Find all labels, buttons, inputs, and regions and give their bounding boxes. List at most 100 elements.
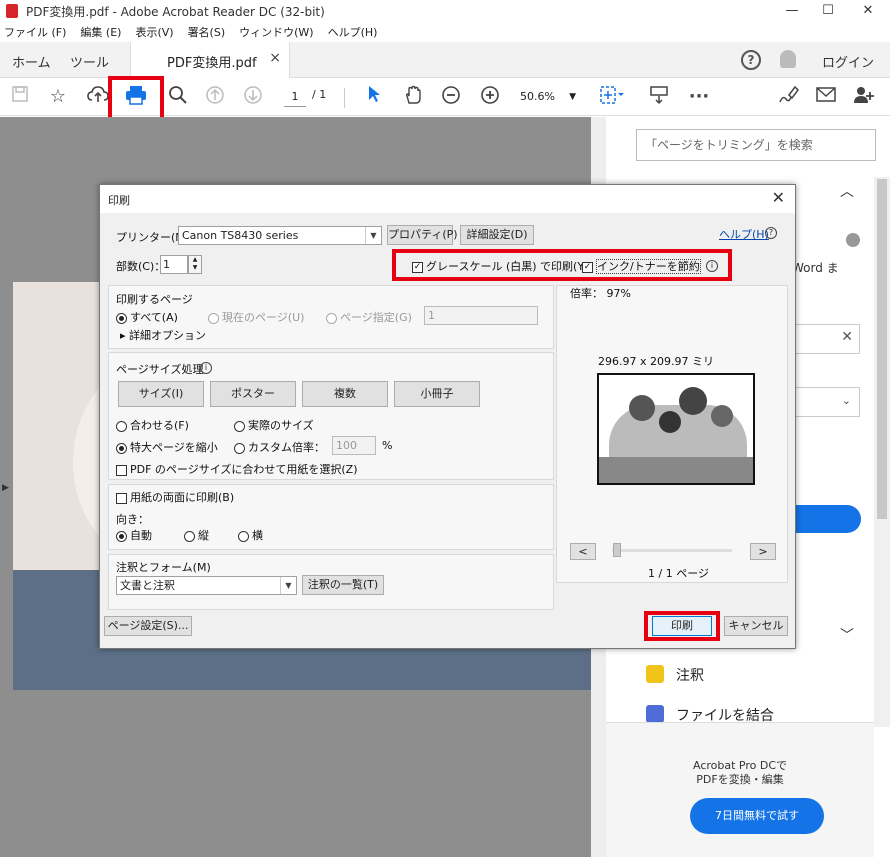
settings-icon[interactable] xyxy=(846,233,860,247)
select-cursor-icon[interactable] xyxy=(364,85,384,109)
advanced-settings-button[interactable]: 詳細設定(D) xyxy=(460,225,534,245)
cancel-button[interactable]: キャンセル xyxy=(724,616,788,636)
menu-file[interactable]: ファイル (F) xyxy=(4,24,66,40)
print-preview-image xyxy=(597,373,755,485)
tool-comment[interactable]: 注釈 xyxy=(676,665,704,685)
save-icon[interactable] xyxy=(10,85,30,109)
info-icon[interactable]: i xyxy=(706,258,718,272)
pages-all-radio[interactable]: すべて(A) xyxy=(116,309,178,325)
free-trial-button[interactable]: 7日間無料で試す xyxy=(690,798,824,834)
comments-summary-button[interactable]: 注釈の一覧(T) xyxy=(302,575,384,595)
login-button[interactable]: ログイン xyxy=(822,52,874,71)
help-icon[interactable]: ? xyxy=(741,50,761,70)
poster-button[interactable]: ポスター xyxy=(210,381,296,407)
left-panel-toggle-icon[interactable]: ▶ xyxy=(2,483,9,493)
format-dropdown[interactable]: ⌄ xyxy=(786,387,860,417)
zoom-out-icon[interactable] xyxy=(440,85,462,109)
pages-current-radio[interactable]: 現在のページ(U) xyxy=(208,309,304,325)
preview-next-button[interactable]: > xyxy=(750,543,776,560)
actual-size-radio[interactable]: 実際のサイズ xyxy=(234,417,314,433)
grayscale-checkbox[interactable]: ✓ グレースケール (白黒) で印刷(Y) xyxy=(412,258,588,274)
prev-page-icon[interactable] xyxy=(204,85,226,109)
menu-sign[interactable]: 署名(S) xyxy=(188,24,226,40)
menu-window[interactable]: ウィンドウ(W) xyxy=(239,24,313,40)
help-link[interactable]: ヘルプ(H) xyxy=(719,226,769,242)
zoom-level-dropdown[interactable]: 50.6% ▼ xyxy=(520,87,580,107)
next-page-icon[interactable] xyxy=(242,85,264,109)
chevron-down-icon[interactable]: ﹀ xyxy=(840,625,854,645)
fit-radio[interactable]: 合わせる(F) xyxy=(116,417,189,433)
custom-scale-radio[interactable]: カスタム倍率： xyxy=(234,439,325,455)
scroll-mode-icon[interactable] xyxy=(648,85,670,109)
zoom-search-icon[interactable] xyxy=(166,85,190,109)
page-range-input[interactable]: 1 xyxy=(424,306,538,325)
printer-select[interactable]: Canon TS8430 series ▼ xyxy=(178,226,382,245)
shrink-radio[interactable]: 特大ページを縮小 xyxy=(116,439,218,455)
minimize-button[interactable]: — xyxy=(774,0,810,22)
preview-page-slider[interactable] xyxy=(612,549,732,552)
notification-bell-icon[interactable] xyxy=(780,50,796,68)
more-options-toggle[interactable]: ▸ 詳細オプション xyxy=(120,327,206,343)
page-number-input[interactable]: 1 xyxy=(284,87,306,107)
choose-paper-checkbox[interactable]: PDF のページサイズに合わせて用紙を選択(Z) xyxy=(116,461,358,477)
chevron-up-icon[interactable]: ︿ xyxy=(840,181,854,201)
copies-input[interactable]: 1 xyxy=(160,255,188,274)
multiple-button[interactable]: 複数 xyxy=(302,381,388,407)
more-options-icon[interactable]: ··· xyxy=(688,85,710,109)
print-dialog-title: 印刷 xyxy=(108,194,130,207)
maximize-button[interactable]: ☐ xyxy=(810,0,846,22)
add-user-icon[interactable] xyxy=(852,85,876,109)
tab-home[interactable]: ホーム xyxy=(12,52,51,71)
bookmark-star-icon[interactable]: ☆ xyxy=(46,85,70,109)
right-panel-scrollbar-thumb[interactable] xyxy=(877,179,887,519)
copies-stepper[interactable]: ▲ ▼ xyxy=(188,255,202,274)
checkbox-checked-icon: ✓ xyxy=(412,261,423,273)
info-icon[interactable]: i xyxy=(200,360,212,374)
printer-value: Canon TS8430 series xyxy=(182,229,299,242)
preview-scale: 倍率： 97% xyxy=(570,287,631,300)
upload-cloud-icon[interactable] xyxy=(86,85,110,109)
zoom-in-icon[interactable] xyxy=(479,85,501,109)
orientation-auto-label: 自動 xyxy=(130,529,152,542)
tool-description-fragment: Word ま xyxy=(792,261,839,275)
tab-document[interactable]: PDF変換用.pdf × xyxy=(130,42,290,78)
save-ink-checkbox[interactable]: ✓ インク/トナーを節約 xyxy=(582,258,701,274)
sign-pen-icon[interactable] xyxy=(776,85,800,109)
mail-icon[interactable] xyxy=(814,85,838,109)
duplex-checkbox[interactable]: 用紙の両面に印刷(B) xyxy=(116,489,234,505)
help-circle-icon[interactable]: ? xyxy=(765,225,777,239)
print-button[interactable]: 印刷 xyxy=(652,616,712,636)
file-field[interactable]: ✕ xyxy=(786,324,860,354)
tool-search-input[interactable]: 「ページをトリミング」を検索 xyxy=(636,129,876,161)
orientation-auto-radio[interactable]: 自動 xyxy=(116,527,152,543)
close-tab-icon[interactable]: × xyxy=(269,50,281,66)
menu-help[interactable]: ヘルプ(H) xyxy=(328,24,378,40)
orientation-landscape-radio[interactable]: 横 xyxy=(238,527,263,543)
comments-select[interactable]: 文書と注釈 ▼ xyxy=(116,576,297,595)
pages-specify-radio[interactable]: ページ指定(G) xyxy=(326,309,412,325)
page-setup-button[interactable]: ページ設定(S)... xyxy=(104,616,192,636)
fit-page-icon[interactable] xyxy=(598,85,626,109)
size-button[interactable]: サイズ(I) xyxy=(118,381,204,407)
booklet-button[interactable]: 小冊子 xyxy=(394,381,480,407)
preview-slider-thumb[interactable] xyxy=(613,543,621,557)
close-dialog-button[interactable]: ✕ xyxy=(772,188,785,207)
custom-scale-input[interactable]: 100 xyxy=(332,436,376,455)
clear-icon[interactable]: ✕ xyxy=(841,329,853,345)
hand-tool-icon[interactable] xyxy=(402,85,424,109)
comments-value: 文書と注釈 xyxy=(120,579,175,592)
orientation-portrait-radio[interactable]: 縦 xyxy=(184,527,209,543)
window-title: PDF変換用.pdf - Adobe Acrobat Reader DC (32… xyxy=(26,4,325,19)
properties-button[interactable]: プロパティ(P) xyxy=(387,225,458,245)
close-window-button[interactable]: ✕ xyxy=(850,0,886,22)
menu-edit[interactable]: 編集 (E) xyxy=(80,24,121,40)
custom-scale-value: 100 xyxy=(336,439,357,452)
menu-view[interactable]: 表示(V) xyxy=(135,24,173,40)
preview-paper-size: 296.97 x 209.97 ミリ xyxy=(598,355,714,368)
tab-tools[interactable]: ツール xyxy=(70,52,109,71)
window-titlebar: PDF変換用.pdf - Adobe Acrobat Reader DC (32… xyxy=(0,0,890,22)
preview-prev-button[interactable]: < xyxy=(570,543,596,560)
checkbox-checked-icon: ✓ xyxy=(582,261,593,273)
convert-button[interactable] xyxy=(794,505,861,533)
page-range-value: 1 xyxy=(428,309,435,322)
